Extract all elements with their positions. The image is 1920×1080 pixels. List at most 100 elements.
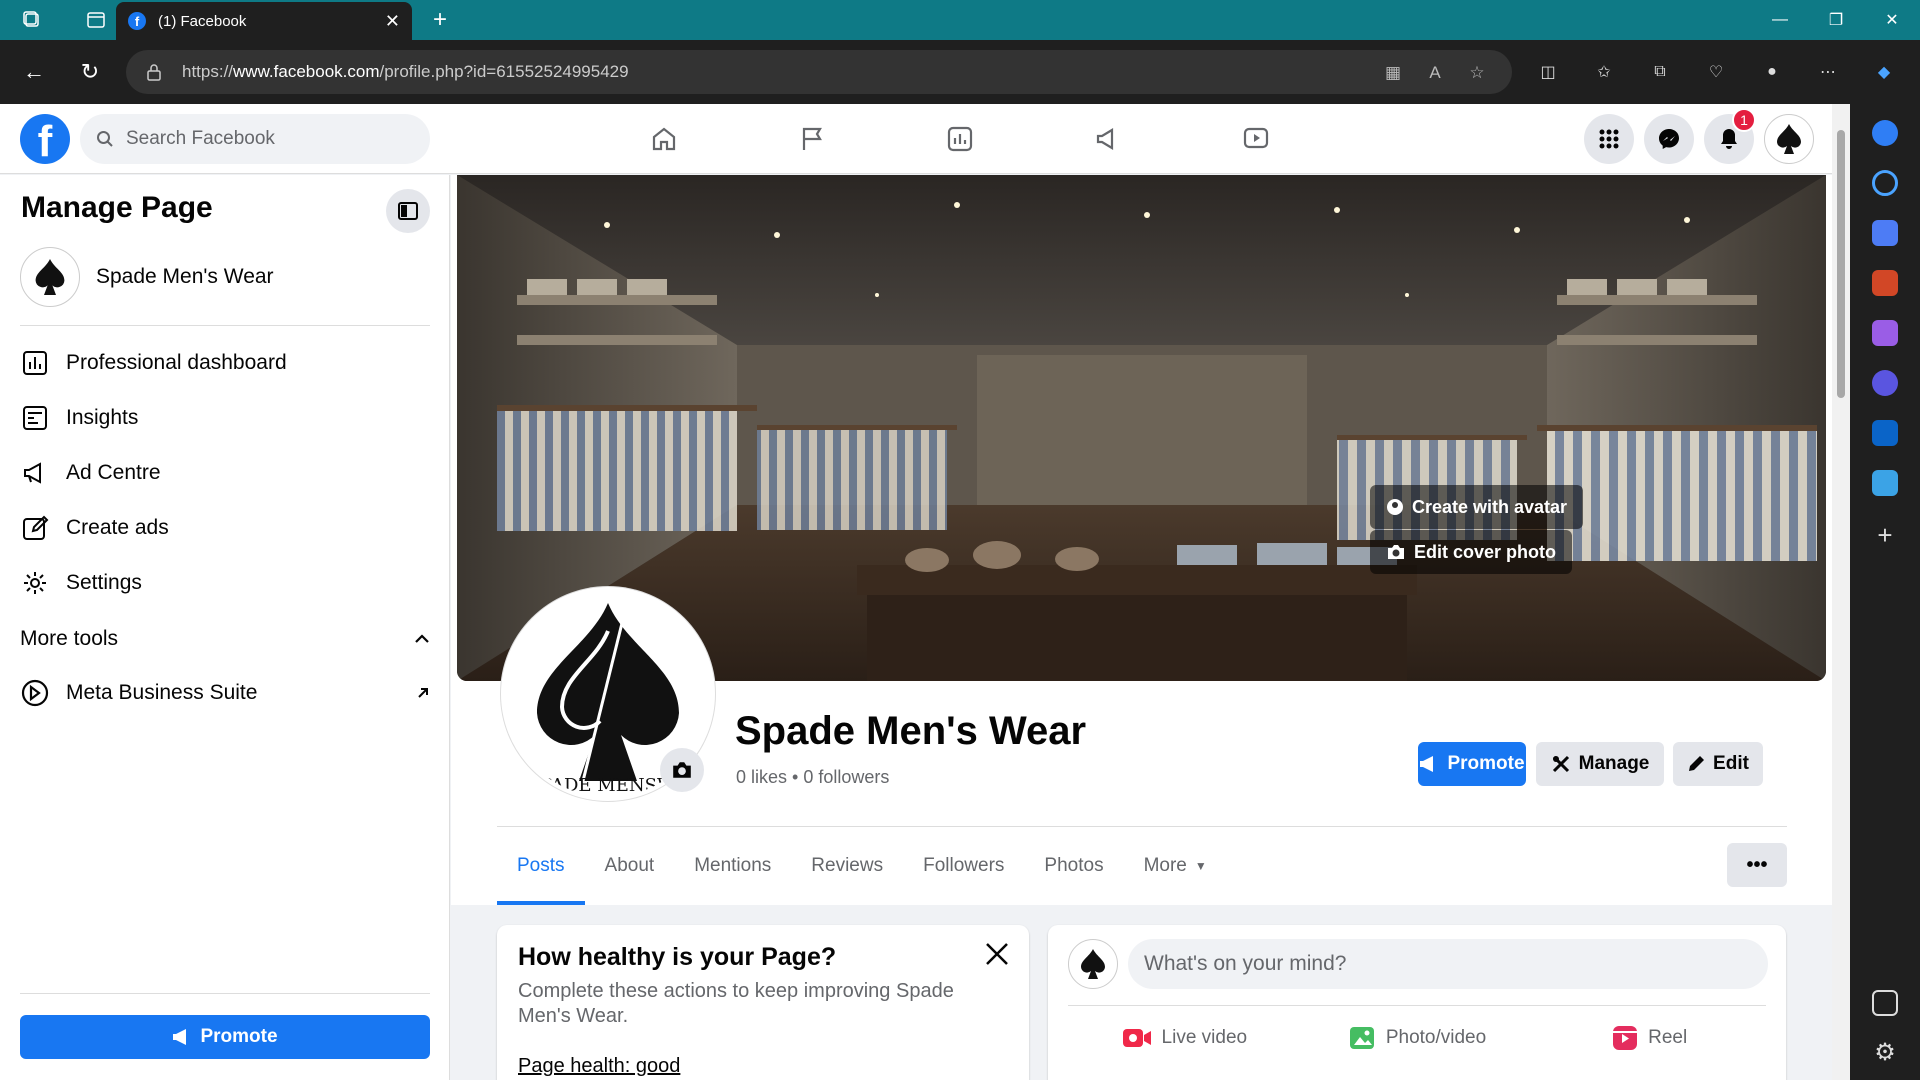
edit-cover-photo-label: Edit cover photo xyxy=(1414,541,1557,562)
tab-reviews[interactable]: Reviews xyxy=(791,827,903,905)
more-tools-toggle[interactable]: More tools xyxy=(20,627,430,651)
promote-button[interactable]: Promote xyxy=(1418,742,1526,786)
edit-cover-photo-button[interactable]: Edit cover photo xyxy=(1370,530,1573,574)
sidebar-item-create-ads[interactable]: Create ads xyxy=(20,506,430,550)
tab-mentions[interactable]: Mentions xyxy=(674,827,791,905)
tab-about[interactable]: About xyxy=(585,827,675,905)
sidebar-item-label: Insights xyxy=(66,406,139,429)
read-aloud-icon[interactable]: A xyxy=(1424,62,1446,84)
search-input[interactable]: Search Facebook xyxy=(80,114,430,164)
sidebar-item-settings[interactable]: Settings xyxy=(20,561,430,605)
close-window-button[interactable]: ✕ xyxy=(1864,0,1920,40)
browser-toolbar: ← ↻ https:// www.facebook.com /profile.p… xyxy=(0,40,1920,104)
edge-games-icon[interactable] xyxy=(1872,320,1898,346)
back-button[interactable]: ← xyxy=(16,54,52,90)
tab-actions-icon[interactable] xyxy=(76,0,116,40)
edge-settings-gear-icon[interactable]: ⚙ xyxy=(1872,1040,1898,1066)
settings-more-icon[interactable]: ⋯ xyxy=(1810,54,1846,90)
edge-search-icon[interactable] xyxy=(1872,170,1898,196)
sidebar-collapse-button[interactable] xyxy=(386,189,430,233)
edit-label: Edit xyxy=(1713,753,1749,774)
nav-dashboard-icon[interactable] xyxy=(886,114,1034,164)
browser-tab-facebook[interactable]: f (1) Facebook ✕ xyxy=(116,2,412,40)
sidebar-page-name: Spade Men's Wear xyxy=(96,265,274,288)
new-tab-button[interactable]: + xyxy=(420,0,460,40)
camera-icon xyxy=(673,762,691,778)
whats-on-your-mind-input[interactable]: What's on your mind? xyxy=(1128,939,1768,989)
sidebar-item-professional-dashboard[interactable]: Professional dashboard xyxy=(20,341,430,385)
edge-drop-icon[interactable] xyxy=(1872,470,1898,496)
camera-icon xyxy=(1388,545,1404,559)
url-prefix: https:// xyxy=(182,62,234,81)
tab-more[interactable]: More ▼ xyxy=(1124,827,1227,905)
live-video-button[interactable]: Live video xyxy=(1068,1013,1301,1063)
messenger-icon[interactable] xyxy=(1644,114,1694,164)
edge-outlook-icon[interactable] xyxy=(1872,420,1898,446)
nav-video-icon[interactable] xyxy=(1182,114,1330,164)
scrollbar-thumb[interactable] xyxy=(1837,130,1845,398)
profile-icon[interactable]: ● xyxy=(1754,54,1790,90)
edge-bell-icon[interactable] xyxy=(1872,120,1898,146)
browser-essentials-icon[interactable]: ♡ xyxy=(1698,54,1734,90)
nav-ads-megaphone-icon[interactable] xyxy=(1034,114,1182,164)
page-scrollbar[interactable] xyxy=(1832,104,1850,1080)
split-screen-icon[interactable]: ◫ xyxy=(1530,54,1566,90)
more-options-button[interactable]: ••• xyxy=(1727,843,1787,887)
tab-followers[interactable]: Followers xyxy=(903,827,1024,905)
sidebar-item-label: Create ads xyxy=(66,516,169,539)
minimize-button[interactable]: — xyxy=(1752,0,1808,40)
meta-business-suite-icon xyxy=(21,679,49,707)
page-health-status-link[interactable]: Page health: good xyxy=(518,1055,680,1078)
copilot-icon[interactable]: ◆ xyxy=(1866,54,1902,90)
maximize-button[interactable]: ❐ xyxy=(1808,0,1864,40)
favorites-icon[interactable]: ✩ xyxy=(1586,54,1622,90)
edge-sidebar-layout-icon[interactable] xyxy=(1872,990,1898,1016)
photo-video-label: Photo/video xyxy=(1385,1027,1487,1048)
sidebar-divider xyxy=(20,325,430,326)
edit-button[interactable]: Edit xyxy=(1673,742,1763,786)
tools-icon xyxy=(1552,755,1569,773)
tab-photos[interactable]: Photos xyxy=(1024,827,1123,905)
nav-pages-flag-icon[interactable] xyxy=(738,114,886,164)
reload-button[interactable]: ↻ xyxy=(72,54,108,90)
meta-business-suite-link[interactable]: Meta Business Suite xyxy=(20,671,430,715)
edge-add-icon[interactable]: + xyxy=(1872,522,1898,548)
notifications-bell-icon[interactable]: 1 xyxy=(1704,108,1756,164)
change-profile-picture-button[interactable] xyxy=(660,748,704,792)
sidebar-promote-button[interactable]: Promote xyxy=(20,1015,430,1059)
edge-shopping-tag-icon[interactable] xyxy=(1872,220,1898,246)
account-avatar[interactable] xyxy=(1764,114,1814,164)
tab-label: Mentions xyxy=(694,855,772,876)
nav-home-icon[interactable] xyxy=(590,114,738,164)
photo-video-icon xyxy=(1349,1027,1374,1049)
close-icon[interactable] xyxy=(984,941,1010,967)
menu-grid-icon[interactable] xyxy=(1584,114,1634,164)
meta-business-suite-label: Meta Business Suite xyxy=(66,681,258,704)
sidebar-item-insights[interactable]: Insights xyxy=(20,396,430,440)
page-health-description: Complete these actions to keep improving… xyxy=(518,979,998,1029)
sidebar-item-ad-centre[interactable]: Ad Centre xyxy=(20,451,430,495)
tab-close-icon[interactable]: ✕ xyxy=(385,11,400,32)
create-with-avatar-label: Create with avatar xyxy=(1412,496,1568,517)
app-available-icon[interactable]: ▦ xyxy=(1382,62,1404,84)
edge-tools-briefcase-icon[interactable] xyxy=(1872,270,1898,296)
search-placeholder: Search Facebook xyxy=(126,128,275,149)
composer-avatar xyxy=(1068,939,1118,989)
collections-icon[interactable]: ⧉ xyxy=(1642,54,1678,90)
manage-button[interactable]: Manage xyxy=(1536,742,1664,786)
create-with-avatar-button[interactable]: Create with avatar xyxy=(1370,485,1584,529)
workspaces-icon[interactable] xyxy=(12,0,52,40)
edge-copilot-icon[interactable] xyxy=(1872,370,1898,396)
reel-button[interactable]: Reel xyxy=(1533,1013,1766,1063)
tab-label: More xyxy=(1143,855,1187,876)
facebook-header: f Search Facebook 1 xyxy=(0,104,1832,174)
favorite-star-icon[interactable]: ☆ xyxy=(1466,62,1488,84)
facebook-logo-icon[interactable]: f xyxy=(20,114,70,164)
photo-video-button[interactable]: Photo/video xyxy=(1301,1013,1534,1063)
more-tools-label: More tools xyxy=(20,627,119,650)
address-bar[interactable]: https:// www.facebook.com /profile.php?i… xyxy=(126,50,1512,94)
manage-label: Manage xyxy=(1578,753,1650,774)
tab-posts[interactable]: Posts xyxy=(497,827,585,905)
sidebar-page-profile[interactable]: Spade Men's Wear xyxy=(20,247,274,307)
lock-icon xyxy=(147,64,161,81)
